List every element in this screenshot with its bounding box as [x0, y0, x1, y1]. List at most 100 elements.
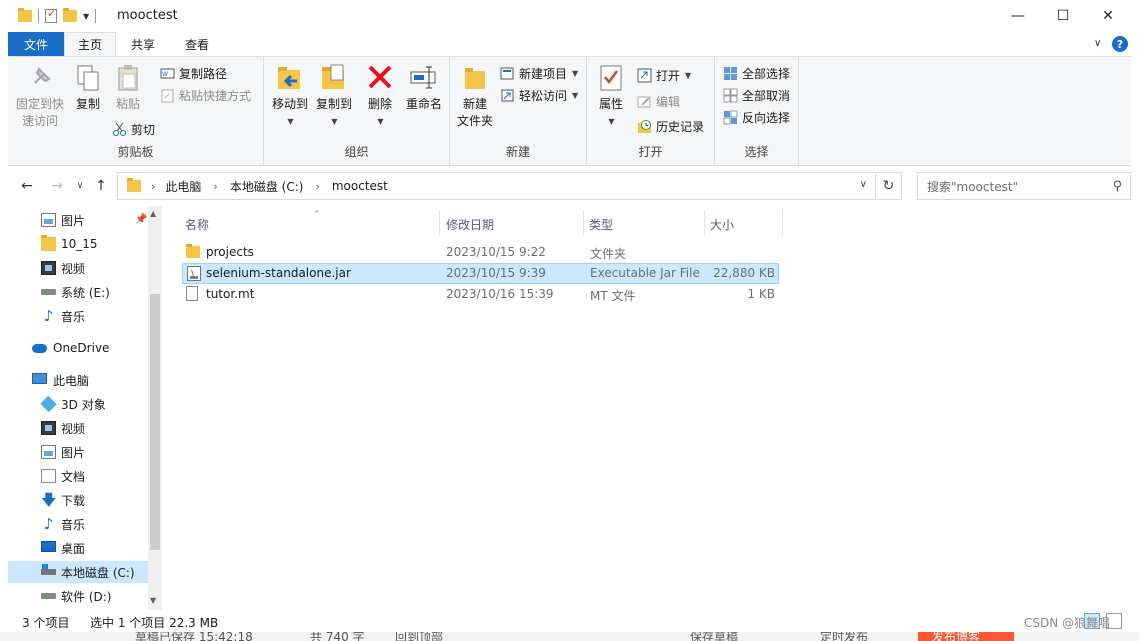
select-all-button[interactable]: 全部选择 [723, 63, 790, 83]
close-button[interactable]: ✕ [1085, 0, 1131, 32]
open-group: 属性 ▼ 打开 ▼ 编辑 历史记录 打开 [587, 57, 715, 165]
properties-button[interactable]: 属性 ▼ [593, 63, 629, 130]
nav-item-videos-quick[interactable]: 视频 [8, 257, 148, 279]
copy-button[interactable]: 复制 [70, 63, 106, 113]
new-folder-button[interactable]: 新建 文件夹 [454, 63, 496, 130]
documents-icon [41, 469, 56, 483]
back-arrow-icon[interactable]: ← [17, 178, 37, 194]
schedule-publish-button[interactable]: 定时发布 [820, 632, 868, 641]
pictures-icon [41, 445, 56, 459]
nav-item-desktop[interactable]: 桌面 [8, 537, 148, 559]
scroll-down-arrow-icon[interactable]: ▼ [150, 596, 156, 605]
new-folder-icon[interactable] [63, 8, 77, 22]
help-icon[interactable]: ? [1112, 36, 1128, 52]
file-row-selenium-standalone-jar[interactable]: selenium-standalone.jar 2023/10/15 9:39 … [182, 263, 779, 284]
edit-button[interactable]: 编辑 [637, 91, 680, 111]
minimize-button[interactable]: — [995, 0, 1041, 32]
nav-item-pictures-quick[interactable]: 图片 📌 [8, 209, 148, 231]
select-none-button[interactable]: 全部取消 [723, 85, 790, 105]
ribbon-tabs: 文件 主页 共享 查看 [0, 32, 1139, 56]
column-header-type[interactable]: 类型 [589, 214, 613, 234]
forward-arrow-icon[interactable]: → [47, 178, 67, 194]
easy-access-label: 轻松访问 [519, 88, 568, 103]
nav-item-onedrive[interactable]: OneDrive [8, 337, 148, 359]
breadcrumb-local-disk[interactable]: 本地磁盘 (C:) [230, 178, 304, 195]
nav-item-label: 此电脑 [53, 373, 90, 388]
column-header-date-modified[interactable]: 修改日期 [446, 214, 494, 234]
file-row-tutor-mt[interactable]: tutor.mt 2023/10/16 15:39 MT 文件 1 KB [182, 284, 779, 305]
recent-locations-icon[interactable]: ∨ [70, 181, 90, 191]
pin-icon[interactable]: 📌 [135, 214, 147, 225]
pin-to-quick-access-button[interactable]: 固定到快 速访问 [14, 63, 66, 130]
nav-item-drive-d[interactable]: 软件 (D:) [8, 585, 148, 607]
breadcrumb-this-pc[interactable]: 此电脑 [165, 178, 201, 195]
history-button[interactable]: 历史记录 [637, 116, 704, 136]
easy-access-button[interactable]: 轻松访问 ▼ [500, 85, 578, 105]
save-draft-button[interactable]: 保存草稿 [690, 632, 738, 641]
scroll-up-arrow-icon[interactable]: ▲ [150, 209, 156, 218]
refresh-button[interactable]: ↻ [875, 172, 902, 200]
copy-to-button[interactable]: 复制到 ▼ [312, 63, 356, 130]
scrollbar-thumb[interactable] [150, 294, 160, 550]
nav-item-10-15[interactable]: 10_15 [8, 233, 148, 255]
nav-item-music[interactable]: ♪ 音乐 [8, 513, 148, 535]
status-bar: 3 个项目 选中 1 个项目 22.3 MB [8, 610, 1131, 632]
copy-label: 复制 [75, 97, 100, 111]
delete-button[interactable]: 删除 ▼ [362, 63, 398, 130]
cut-button[interactable]: 剪切 [112, 119, 155, 139]
breadcrumb-separator-icon[interactable]: › [213, 180, 217, 193]
paste-button[interactable]: 粘贴 [110, 63, 146, 113]
breadcrumb-separator-icon[interactable]: › [151, 180, 155, 193]
nav-item-label: 本地磁盘 (C:) [61, 565, 135, 580]
onedrive-icon [32, 344, 47, 353]
jar-file-icon [187, 266, 201, 281]
new-item-button[interactable]: 新建项目 ▼ [500, 63, 578, 83]
column-divider[interactable] [782, 210, 783, 236]
nav-item-3d-objects[interactable]: 3D 对象 [8, 393, 148, 415]
nav-pane-scrollbar[interactable]: ▲ ▼ [148, 206, 162, 610]
open-button[interactable]: 打开 ▼ [637, 65, 691, 85]
tab-file[interactable]: 文件 [8, 32, 64, 56]
column-header-name[interactable]: 名称 ⌃ [185, 210, 321, 234]
breadcrumb-separator-icon[interactable]: › [315, 180, 319, 193]
column-header-size[interactable]: 大小 [710, 214, 734, 234]
nav-item-music-quick[interactable]: ♪ 音乐 [8, 305, 148, 327]
back-to-top-link[interactable]: 回到顶部 [395, 632, 443, 641]
copy-path-button[interactable]: W 复制路径 [160, 63, 227, 83]
delete-dropdown-icon: ▼ [377, 117, 384, 126]
up-arrow-icon[interactable]: ↑ [91, 178, 111, 194]
nav-item-documents[interactable]: 文档 [8, 465, 148, 487]
selection-info: 选中 1 个项目 22.3 MB [90, 616, 219, 630]
address-history-dropdown-icon[interactable]: ∨ [860, 179, 867, 190]
column-divider[interactable] [583, 210, 584, 236]
word-count: 共 740 字 [310, 632, 365, 641]
tab-view[interactable]: 查看 [174, 32, 220, 56]
tab-home[interactable]: 主页 [64, 32, 116, 56]
nav-item-this-pc[interactable]: 此电脑 [8, 369, 148, 391]
publish-blog-button[interactable]: 发布博客 [918, 632, 1014, 641]
collapse-ribbon-icon[interactable]: ∨ [1094, 38, 1101, 49]
new-folder-label-2: 文件夹 [456, 114, 493, 128]
folder-icon[interactable] [18, 8, 32, 22]
rename-button[interactable]: 重命名 [402, 63, 446, 113]
file-size: 1 KB [747, 287, 775, 301]
file-row-projects[interactable]: projects 2023/10/15 9:22 文件夹 [182, 242, 779, 263]
customize-toolbar-icon[interactable]: ▼ [83, 12, 89, 21]
paste-shortcut-button[interactable]: 粘贴快捷方式 [160, 85, 251, 105]
search-input[interactable]: 搜索"mooctest" ⚲ [917, 172, 1131, 200]
nav-item-drive-e[interactable]: 系统 (E:) [8, 281, 148, 303]
move-to-button[interactable]: 移动到 ▼ [268, 63, 312, 130]
nav-item-local-disk-c[interactable]: 本地磁盘 (C:) [8, 561, 148, 583]
invert-selection-button[interactable]: 反向选择 [723, 107, 790, 127]
nav-item-pictures[interactable]: 图片 [8, 441, 148, 463]
column-divider[interactable] [439, 210, 440, 236]
tab-share[interactable]: 共享 [120, 32, 166, 56]
nav-item-videos[interactable]: 视频 [8, 417, 148, 439]
breadcrumb-mooctest[interactable]: mooctest [332, 179, 388, 193]
properties-icon[interactable] [45, 7, 57, 23]
nav-item-downloads[interactable]: 🡇 下载 [8, 489, 148, 511]
maximize-button[interactable]: ☐ [1040, 0, 1086, 32]
column-divider[interactable] [704, 210, 705, 236]
address-bar[interactable]: › 此电脑 › 本地磁盘 (C:) › mooctest ∨ [117, 172, 876, 200]
select-all-icon [723, 66, 738, 81]
